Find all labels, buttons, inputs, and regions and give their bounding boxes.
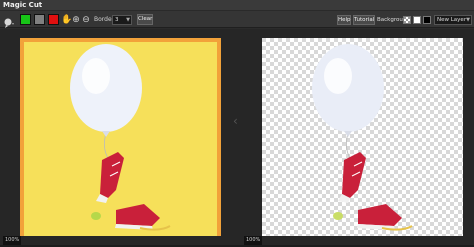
background-white-option[interactable] [413,16,421,24]
chevron-down-icon: ▼ [466,17,470,23]
hand-icon[interactable]: ✋ [61,14,72,26]
tutorial-button[interactable]: Tutorial [353,15,375,25]
layer-select[interactable]: New Layer ▼ [434,15,472,25]
neutral-color-swatch[interactable] [34,14,45,25]
app-title: Magic Cut [3,1,43,9]
edit-canvas[interactable] [20,38,221,236]
help-button[interactable]: Help [337,15,351,25]
title-bar: Magic Cut [0,0,474,10]
zoom-in-icon[interactable]: ⊕ [71,14,81,26]
preview-canvas [262,38,463,236]
cutout-balloon-shoes [312,44,413,231]
zoom-out-icon[interactable]: ⊖ [81,14,91,26]
chevron-down-icon: ▼ [126,17,130,23]
layer-value: New Layer [437,17,467,23]
background-black-option[interactable] [423,16,431,24]
remove-color-swatch[interactable] [48,14,59,25]
brush-icon[interactable] [3,14,15,28]
toolbar: ✋ ⊕ ⊖ Border 3 ▼ Clear Help Tutorial Bac… [0,10,474,28]
zoom-level-right: 100% [244,236,263,245]
clear-button[interactable]: Clear [137,14,153,25]
chevron-left-icon: ‹ [233,114,238,128]
background-transparent-option[interactable] [403,16,411,24]
zoom-level-left: 100% [3,236,22,245]
photo-balloon-shoes [70,44,171,231]
border-select[interactable]: 3 ▼ [112,15,132,25]
border-value: 3 [115,17,119,23]
workspace: ‹ [0,29,474,247]
keep-color-swatch[interactable] [20,14,31,25]
